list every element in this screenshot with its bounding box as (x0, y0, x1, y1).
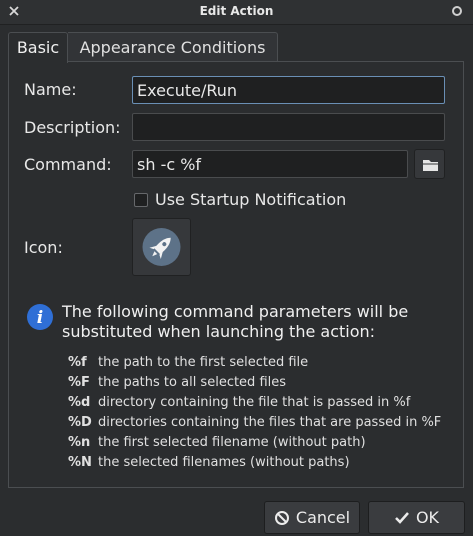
param-row: %n the first selected filename (without p… (68, 433, 441, 453)
description-label: Description: (24, 118, 121, 137)
param-desc: the path to the first selected file (98, 355, 309, 370)
param-desc: the paths to all selected files (98, 375, 287, 390)
command-label: Command: (24, 155, 112, 174)
param-row: %N the selected filenames (without paths) (68, 453, 441, 473)
param-desc: the selected filenames (without paths) (98, 455, 350, 470)
command-input[interactable]: sh -c %f (132, 150, 408, 178)
info-text: The following command parameters will be… (62, 302, 409, 341)
tab-appearance-conditions[interactable]: Appearance Conditions (68, 32, 278, 62)
param-code: %F (68, 375, 90, 390)
param-desc: directory containing the file that is pa… (98, 395, 411, 410)
param-row: %D directories containing the files that … (68, 413, 441, 433)
param-code: %N (68, 455, 92, 470)
name-input[interactable]: Execute/Run (132, 76, 445, 104)
param-code: %f (68, 355, 87, 370)
icon-label: Icon: (24, 238, 63, 257)
ok-label: OK (415, 508, 440, 527)
param-row: %f the path to the first selected file (68, 353, 441, 373)
browse-command-button[interactable] (414, 149, 445, 179)
window-title: Edit Action (199, 4, 274, 18)
maximize-icon (452, 6, 462, 16)
name-label: Name: (24, 80, 77, 99)
folder-icon (423, 160, 438, 171)
cancel-button[interactable]: Cancel (264, 501, 360, 534)
description-input[interactable] (132, 113, 445, 141)
startup-notification-checkbox[interactable] (134, 193, 148, 207)
info-icon: i (26, 303, 54, 331)
cancel-icon (274, 510, 289, 525)
cancel-label: Cancel (295, 508, 351, 527)
title-bar: Edit Action (0, 0, 473, 25)
rocket-icon (142, 228, 181, 266)
startup-notification-label[interactable]: Use Startup Notification (155, 190, 346, 209)
ok-button[interactable]: OK (368, 501, 465, 534)
param-code: %D (68, 415, 92, 430)
icon-chooser-button[interactable] (132, 218, 191, 276)
param-code: %n (68, 435, 91, 450)
parameter-list: %f the path to the first selected file %F… (68, 353, 441, 473)
param-desc: directories containing the files that ar… (98, 415, 442, 430)
param-code: %d (68, 395, 91, 410)
tab-basic[interactable]: Basic (8, 32, 68, 63)
checkmark-icon (395, 511, 409, 524)
param-row: %d directory containing the file that is … (68, 393, 441, 413)
param-row: %F the paths to all selected files (68, 373, 441, 393)
svg-text:i: i (37, 308, 43, 328)
window-maximize-button[interactable] (449, 3, 465, 19)
param-desc: the first selected filename (without pat… (98, 435, 366, 450)
